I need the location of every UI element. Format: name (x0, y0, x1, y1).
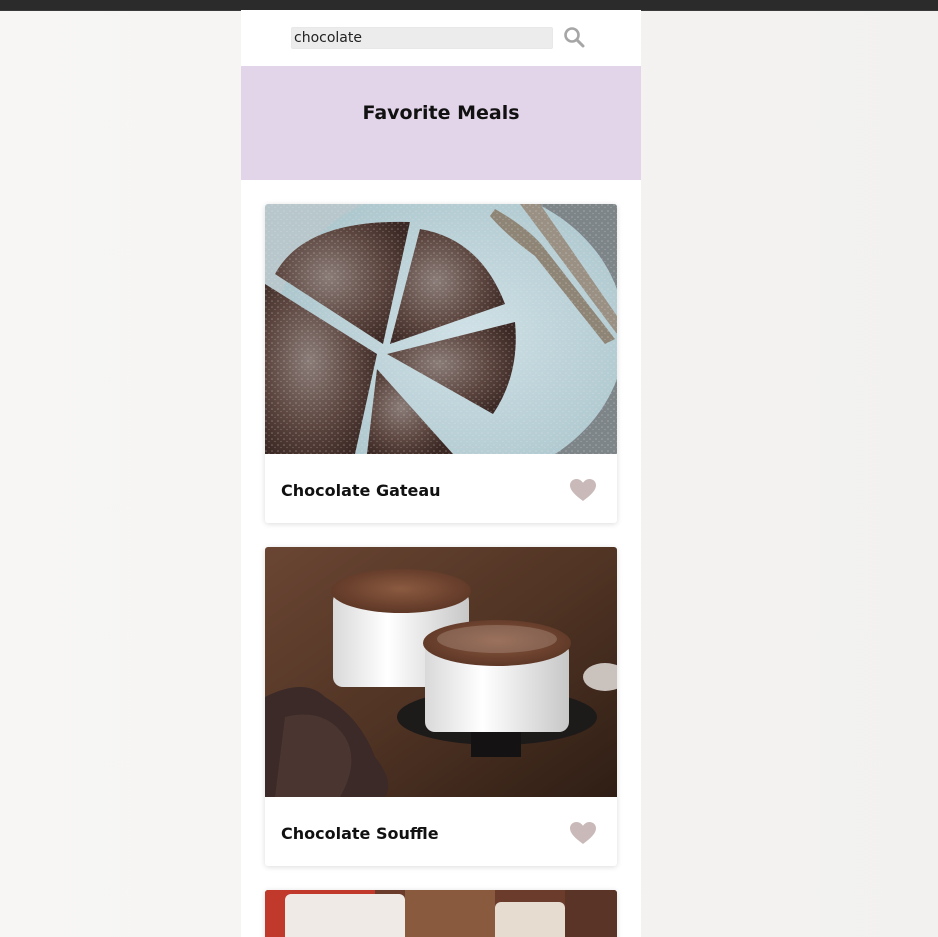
meal-name: Chocolate Souffle (281, 824, 439, 843)
search-bar (241, 10, 641, 66)
meal-card[interactable] (265, 890, 617, 937)
app-container: Favorite Meals (241, 10, 641, 937)
meal-name: Chocolate Gateau (281, 481, 441, 500)
favorites-title: Favorite Meals (362, 102, 520, 124)
meals-list: Chocolate Gateau Chocolate Souffle (241, 180, 641, 937)
meal-image (265, 890, 617, 937)
meal-image (265, 547, 617, 797)
favorites-header: Favorite Meals (241, 66, 641, 180)
meal-image (265, 204, 617, 454)
search-input[interactable] (291, 27, 553, 49)
heart-icon[interactable] (569, 821, 597, 845)
heart-icon[interactable] (569, 478, 597, 502)
meal-info: Chocolate Gateau (265, 454, 617, 523)
meal-info: Chocolate Souffle (265, 797, 617, 866)
search-button[interactable] (561, 24, 587, 50)
search-icon (564, 27, 585, 48)
meal-card[interactable]: Chocolate Gateau (265, 204, 617, 523)
meal-card[interactable]: Chocolate Souffle (265, 547, 617, 866)
